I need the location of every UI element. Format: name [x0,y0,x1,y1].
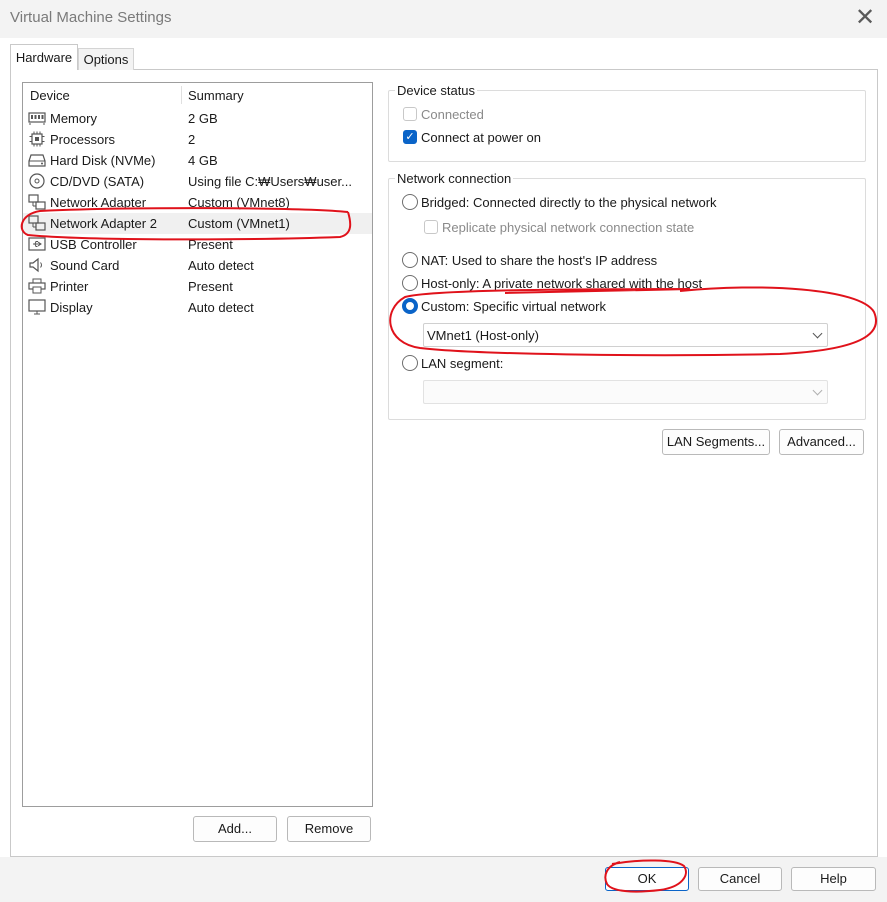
device-summary: Auto detect [188,258,254,273]
device-row-hard-disk[interactable]: Hard Disk (NVMe) 4 GB [23,150,372,171]
device-column-header[interactable]: Device [30,88,70,103]
advanced-button[interactable]: Advanced... [779,429,864,455]
device-row-usb-controller[interactable]: USB Controller Present [23,234,372,255]
memory-icon [28,112,46,125]
device-name: CD/DVD (SATA) [50,174,145,189]
lan-segment-select[interactable] [423,380,828,404]
device-row-sound-card[interactable]: Sound Card Auto detect [23,255,372,276]
bridged-radio[interactable] [402,194,418,210]
custom-label: Custom: Specific virtual network [421,299,606,314]
connect-at-power-on-label: Connect at power on [421,130,541,145]
nat-label: NAT: Used to share the host's IP address [421,253,658,268]
network-connection-title: Network connection [395,171,514,186]
device-name: Hard Disk (NVMe) [50,153,156,168]
custom-network-select[interactable]: VMnet1 (Host-only) [423,323,828,347]
network-adapter-icon [28,215,46,231]
device-row-cd-dvd[interactable]: CD/DVD (SATA) Using file C:₩Users₩user..… [23,171,372,192]
tab-hardware[interactable]: Hardware [10,44,78,70]
device-summary: Present [188,279,233,294]
device-name: Network Adapter [50,195,147,210]
device-row-display[interactable]: Display Auto detect [23,297,372,318]
device-name: Printer [50,279,89,294]
close-icon[interactable]: ✕ [852,4,878,32]
device-summary: Present [188,237,233,252]
remove-button[interactable]: Remove [287,816,371,842]
device-summary: Using file C:₩Users₩user... [188,174,352,189]
device-row-network-adapter[interactable]: Network Adapter Custom (VMnet8) [23,192,372,213]
device-name: Processors [50,132,116,147]
tab-options[interactable]: Options [78,48,134,70]
lan-segment-label: LAN segment: [421,356,504,371]
speaker-icon [29,257,42,273]
nat-radio[interactable] [402,252,418,268]
device-row-processors[interactable]: Processors 2 [23,129,372,150]
summary-column-header[interactable]: Summary [188,88,244,103]
custom-network-value: VMnet1 (Host-only) [427,328,539,343]
host-only-radio[interactable] [402,275,418,291]
network-adapter-icon [28,194,46,210]
lan-segments-button[interactable]: LAN Segments... [662,429,770,455]
device-summary: 2 GB [188,111,218,126]
hard-disk-icon [28,154,46,167]
help-button[interactable]: Help [791,867,876,891]
host-only-label: Host-only: A private network shared with… [421,276,703,291]
custom-radio[interactable] [402,298,418,314]
device-row-memory[interactable]: Memory 2 GB [23,108,372,129]
printer-icon [28,278,46,294]
device-summary: Custom (VMnet8) [188,195,290,210]
processor-icon [29,131,45,147]
device-row-printer[interactable]: Printer Present [23,276,372,297]
lan-segment-radio[interactable] [402,355,418,371]
monitor-icon [28,299,46,315]
cancel-button[interactable]: Cancel [698,867,782,891]
add-button[interactable]: Add... [193,816,277,842]
connected-checkbox[interactable] [403,107,417,121]
window-title: Virtual Machine Settings [10,9,172,26]
device-name: USB Controller [50,237,137,252]
cd-dvd-icon [29,173,45,189]
replicate-label: Replicate physical network connection st… [442,220,695,235]
usb-icon [28,237,46,251]
device-name: Sound Card [50,258,120,273]
connected-label: Connected [421,107,484,122]
device-summary: Auto detect [188,300,254,315]
connect-at-power-on-checkbox[interactable]: ✓ [403,130,417,144]
device-summary: Custom (VMnet1) [188,216,290,231]
device-status-title: Device status [395,83,478,98]
device-summary: 4 GB [188,153,218,168]
device-row-network-adapter-2[interactable]: Network Adapter 2 Custom (VMnet1) [23,213,372,234]
device-name: Network Adapter 2 [50,216,157,231]
column-separator[interactable] [181,86,182,104]
ok-button[interactable]: OK [605,867,689,891]
device-status-group [388,90,866,162]
bridged-label: Bridged: Connected directly to the physi… [421,195,717,210]
chevron-down-icon [812,385,823,396]
chevron-down-icon [812,328,823,339]
replicate-checkbox[interactable] [424,220,438,234]
device-name: Memory [50,111,97,126]
device-name: Display [50,300,93,315]
device-summary: 2 [188,132,196,147]
